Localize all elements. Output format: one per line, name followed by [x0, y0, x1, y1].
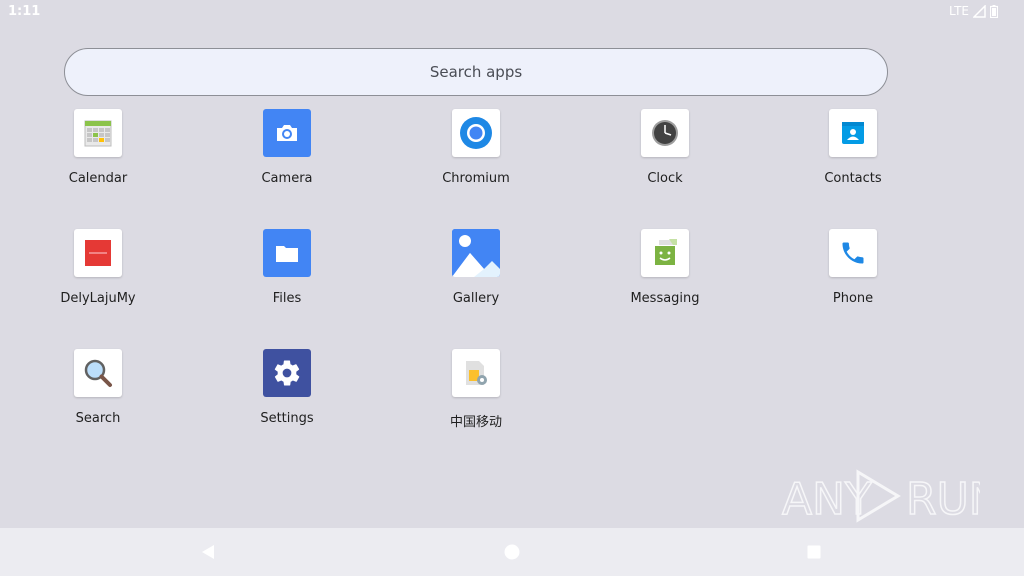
app-sim-toolkit[interactable]: 中国移动 — [401, 349, 551, 449]
gear-icon — [263, 349, 311, 397]
app-settings[interactable]: Settings — [212, 349, 362, 449]
gallery-icon — [452, 229, 500, 277]
app-label: Settings — [260, 411, 314, 426]
back-icon[interactable] — [198, 542, 218, 562]
app-label: Files — [272, 291, 302, 306]
app-label: Phone — [832, 291, 874, 306]
app-contacts[interactable]: Contacts — [778, 109, 928, 209]
android-home-screen: 1:11 LTE Search apps Calendar Camera Chr… — [0, 0, 1024, 576]
folder-icon — [263, 229, 311, 277]
app-grid: Calendar Camera Chromium Clock Contacts … — [0, 0, 1024, 528]
app-clock[interactable]: Clock — [590, 109, 740, 209]
app-label: Contacts — [824, 171, 882, 186]
camera-icon — [263, 109, 311, 157]
app-delylajumy[interactable]: DelyLajuMy — [23, 229, 173, 329]
home-icon[interactable] — [502, 542, 522, 562]
navigation-bar — [0, 528, 1024, 576]
anyrun-watermark: ANY RUN — [780, 466, 1002, 526]
app-gallery[interactable]: Gallery — [401, 229, 551, 329]
app-camera[interactable]: Camera — [212, 109, 362, 209]
phone-icon — [829, 229, 877, 277]
app-calendar[interactable]: Calendar — [23, 109, 173, 209]
app-label: Gallery — [452, 291, 500, 306]
app-search[interactable]: Search — [23, 349, 173, 449]
app-label: 中国移动 — [449, 415, 502, 430]
contacts-icon — [829, 109, 877, 157]
app-label: Camera — [261, 171, 313, 186]
watermark-text-right: RUN — [906, 474, 980, 525]
messaging-icon — [641, 229, 689, 277]
app-label: Clock — [647, 171, 683, 186]
recents-icon[interactable] — [804, 542, 824, 562]
app-phone[interactable]: Phone — [778, 229, 928, 329]
magnifier-icon — [74, 349, 122, 397]
app-label: DelyLajuMy — [60, 291, 136, 306]
app-messaging[interactable]: Messaging — [590, 229, 740, 329]
chromium-icon — [452, 109, 500, 157]
app-chromium[interactable]: Chromium — [401, 109, 551, 209]
app-label: Search — [75, 411, 121, 426]
app-label: Messaging — [630, 291, 700, 306]
calendar-icon — [74, 109, 122, 157]
delylajumy-icon — [74, 229, 122, 277]
app-files[interactable]: Files — [212, 229, 362, 329]
clock-icon — [641, 109, 689, 157]
app-label: Calendar — [68, 171, 128, 186]
sim-settings-icon — [452, 349, 500, 397]
app-label: Chromium — [442, 171, 510, 186]
